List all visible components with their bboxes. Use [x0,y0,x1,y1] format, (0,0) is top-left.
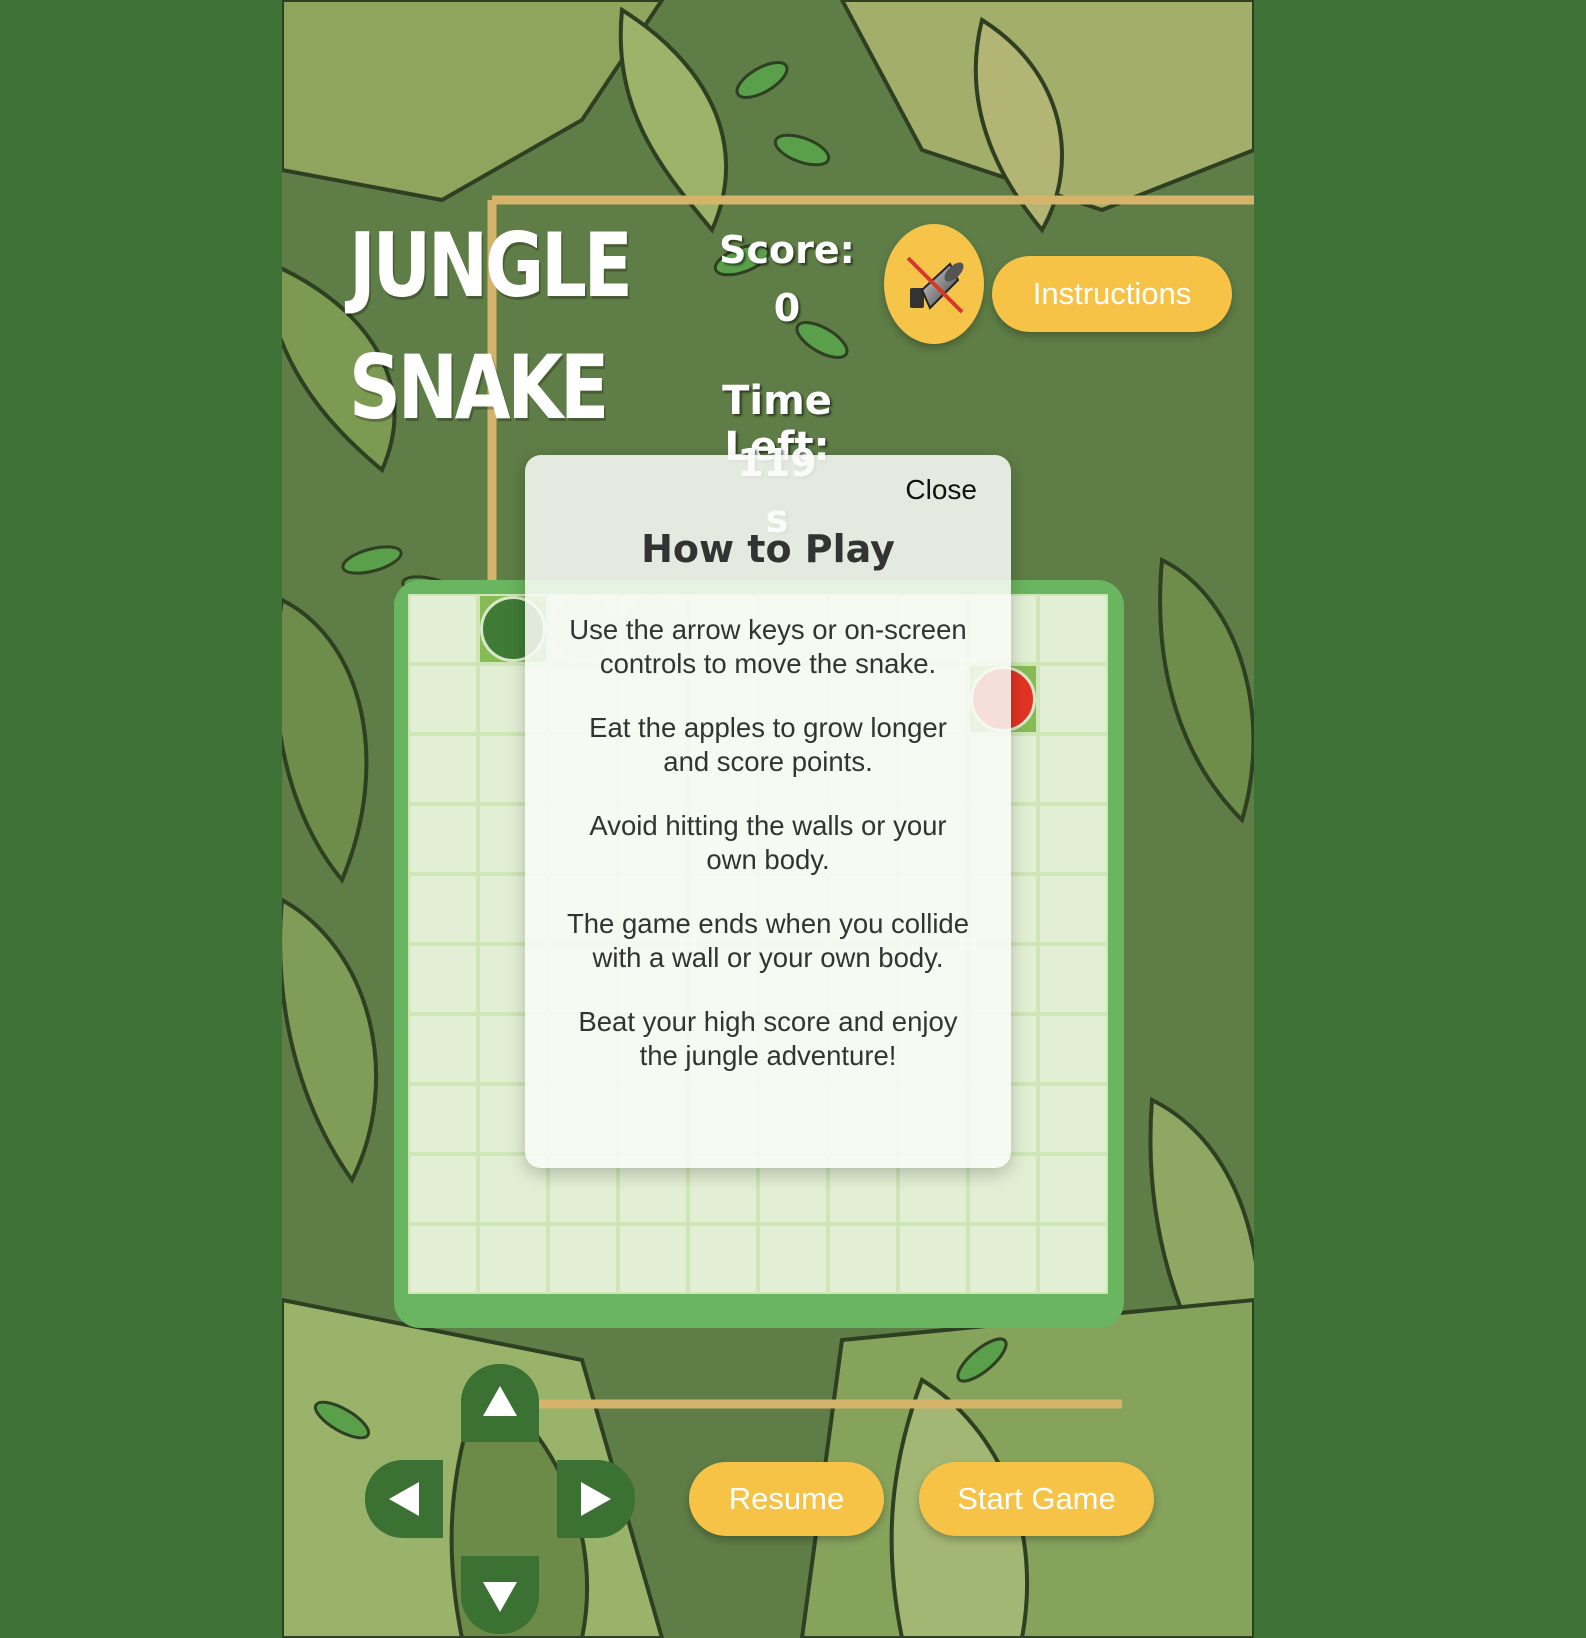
board-cell [828,1224,898,1294]
board-cell [968,1224,1038,1294]
score-label: Score: [719,228,855,272]
game-title: JUNGLE SNAKE [349,205,633,449]
board-cell [1038,1224,1108,1294]
move-left-button[interactable] [365,1460,443,1538]
board-cell [1038,1014,1108,1084]
instruction-paragraph: Use the arrow keys or on-screen controls… [569,614,967,679]
resume-button[interactable]: Resume [689,1462,884,1536]
board-cell [408,734,478,804]
move-down-button[interactable] [461,1556,539,1634]
instruction-paragraph: Eat the apples to grow longer and score … [589,712,947,777]
modal-body: Use the arrow keys or on-screen controls… [565,613,971,1103]
board-cell [408,944,478,1014]
board-cell [408,1154,478,1224]
board-cell [1038,1154,1108,1224]
arrow-left-icon [389,1482,419,1516]
board-cell [548,1224,618,1294]
title-line-2: SNAKE [349,336,609,439]
modal-title: How to Play [641,527,895,571]
board-cell [1038,664,1108,734]
instruction-paragraph: The game ends when you collide with a wa… [566,908,970,973]
board-cell [408,1084,478,1154]
speaker-muted-icon [906,256,964,314]
board-cell [408,594,478,664]
title-line-1: JUNGLE [349,214,633,317]
instruction-paragraph: Avoid hitting the walls or your own body… [589,810,947,875]
move-right-button[interactable] [557,1460,635,1538]
instruction-paragraph: Beat your high score and enjoy the jungl… [578,1006,958,1071]
board-cell [1038,944,1108,1014]
instructions-modal: Close How to Play Use the arrow keys or … [525,455,1011,1168]
board-cell [1038,594,1108,664]
board-cell [758,1224,828,1294]
board-cell [618,1224,688,1294]
modal-close-button[interactable]: Close [899,473,983,507]
board-cell [898,1224,968,1294]
board-cell [478,1224,548,1294]
score-value: 0 [773,286,801,330]
board-cell [408,804,478,874]
instructions-button[interactable]: Instructions [992,256,1232,332]
board-cell [408,874,478,944]
board-cell [1038,804,1108,874]
arrow-down-icon [483,1582,517,1612]
board-cell [1038,1084,1108,1154]
arrow-right-icon [581,1482,611,1516]
move-up-button[interactable] [461,1364,539,1442]
board-cell [408,1224,478,1294]
sound-toggle-button[interactable] [884,224,984,344]
board-cell [1038,734,1108,804]
board-cell [1038,874,1108,944]
start-game-button[interactable]: Start Game [919,1462,1154,1536]
board-cell [408,664,478,734]
board-cell [408,1014,478,1084]
board-cell [688,1224,758,1294]
arrow-up-icon [483,1386,517,1416]
